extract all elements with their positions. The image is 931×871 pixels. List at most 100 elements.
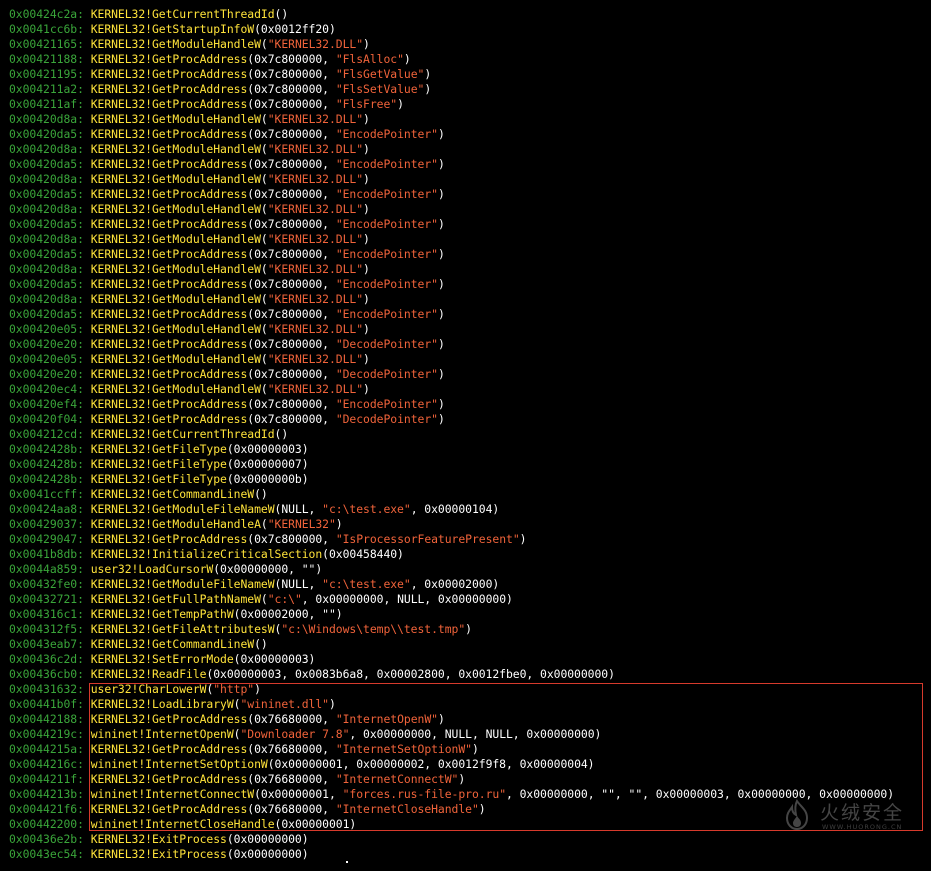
log-separator: :	[77, 772, 91, 786]
log-address: 0x0044211f	[9, 772, 78, 786]
log-address: 0x004211a2	[9, 82, 78, 96]
log-address: 0x0041b8db	[9, 547, 78, 561]
log-address: 0x00436e2b	[9, 832, 78, 846]
log-address: 0x00420d8a	[9, 262, 78, 276]
log-api-call: user32!CharLowerW	[90, 682, 207, 696]
log-api-call: KERNEL32!GetProcAddress	[90, 277, 248, 291]
log-api-call: wininet!InternetSetOptionW	[90, 757, 268, 771]
log-separator: :	[77, 832, 91, 846]
log-address: 0x004211af	[9, 97, 78, 111]
log-args: )	[397, 97, 404, 111]
log-address: 0x00420da5	[9, 187, 78, 201]
log-string-arg: "c:\"	[267, 592, 302, 606]
log-string-arg: "KERNEL32.DLL"	[267, 382, 364, 396]
log-args: , 0x00000000, NULL, 0x00000000)	[301, 592, 513, 606]
log-api-call: KERNEL32!GetCommandLineW	[90, 637, 255, 651]
log-api-call: wininet!InternetOpenW	[90, 727, 234, 741]
log-args: (0x00000000)	[226, 847, 309, 861]
log-string-arg: "EncodePointer"	[335, 397, 438, 411]
log-api-call: KERNEL32!GetModuleHandleW	[90, 352, 261, 366]
log-args: (NULL,	[274, 577, 323, 591]
log-separator: :	[77, 37, 91, 51]
log-string-arg: "FlsAlloc"	[335, 52, 404, 66]
log-address: 0x0044215a	[9, 742, 78, 756]
log-address: 0x0044219c	[9, 727, 78, 741]
log-api-call: KERNEL32!GetProcAddress	[90, 157, 248, 171]
huorong-watermark: 火绒安全 WWW.HUORONG.CN	[780, 796, 920, 840]
log-api-call: KERNEL32!GetModuleHandleW	[90, 232, 261, 246]
log-string-arg: "KERNEL32.DLL"	[267, 232, 364, 246]
log-address: 0x00420da5	[9, 247, 78, 261]
log-address: 0x00420e20	[9, 367, 78, 381]
log-line: 0x0041cc6b: KERNEL32!GetStartupInfoW(0x0…	[9, 22, 929, 37]
log-api-call: KERNEL32!InitializeCriticalSection	[90, 547, 323, 561]
log-string-arg: "EncodePointer"	[335, 247, 438, 261]
log-api-call: KERNEL32!GetFullPathNameW	[90, 592, 261, 606]
log-address: 0x0044216c	[9, 757, 78, 771]
log-args: (0x76680000,	[247, 802, 336, 816]
log-address: 0x00421195	[9, 67, 78, 81]
log-args: (0x00000001,	[254, 787, 343, 801]
log-args: )	[437, 712, 445, 726]
log-api-call: KERNEL32!GetTempPathW	[90, 607, 234, 621]
log-line: 0x00420f04: KERNEL32!GetProcAddress(0x7c…	[9, 412, 929, 427]
log-args: (0x00000001, 0x00000002, 0x0012f9f8, 0x0…	[267, 757, 595, 771]
log-args: )	[363, 322, 370, 336]
log-address: 0x00421188	[9, 52, 78, 66]
log-args: (	[260, 592, 268, 606]
log-line: 0x0042428b: KERNEL32!GetFileType(0x00000…	[9, 442, 929, 457]
log-line: 0x00420d8a: KERNEL32!GetModuleHandleW("K…	[9, 292, 929, 307]
log-address: 0x00420da5	[9, 127, 78, 141]
log-args: (0x7c800000,	[247, 532, 336, 546]
log-address: 0x0041cc6b	[9, 22, 78, 36]
log-separator: :	[77, 562, 91, 576]
log-line: 0x00420da5: KERNEL32!GetProcAddress(0x7c…	[9, 127, 929, 142]
log-args: , 0x00000000, NULL, NULL, 0x00000000)	[349, 727, 602, 741]
log-address: 0x00420d8a	[9, 172, 78, 186]
log-api-call: KERNEL32!GetFileType	[90, 472, 227, 486]
log-api-call: KERNEL32!GetModuleHandleW	[90, 322, 261, 336]
log-api-call: user32!LoadCursorW	[90, 562, 214, 576]
log-args: )	[437, 367, 445, 381]
log-string-arg: "EncodePointer"	[335, 307, 438, 321]
log-address: 0x0042428b	[9, 472, 78, 486]
log-separator: :	[77, 7, 91, 21]
log-line: 0x00420da5: KERNEL32!GetProcAddress(0x7c…	[9, 277, 929, 292]
log-separator: :	[77, 547, 91, 561]
log-args: (0x7c800000,	[247, 67, 336, 81]
log-line: 0x00420e05: KERNEL32!GetModuleHandleW("K…	[9, 352, 929, 367]
log-line: 0x00424c2a: KERNEL32!GetCurrentThreadId(…	[9, 7, 929, 22]
log-args: )	[363, 232, 370, 246]
log-separator: :	[77, 727, 91, 741]
log-address: 0x004212cd	[9, 427, 78, 441]
log-separator: :	[77, 187, 91, 201]
log-separator: :	[77, 487, 91, 501]
log-separator: :	[77, 427, 91, 441]
log-separator: :	[77, 262, 91, 276]
log-args: )	[437, 217, 445, 231]
log-args: )	[465, 622, 472, 636]
log-address: 0x00420d8a	[9, 142, 78, 156]
log-address: 0x0042428b	[9, 442, 78, 456]
log-string-arg: "http"	[213, 682, 255, 696]
log-api-call: KERNEL32!GetProcAddress	[90, 67, 248, 81]
log-string-arg: "FlsFree"	[335, 97, 398, 111]
log-api-call: KERNEL32!GetProcAddress	[90, 82, 248, 96]
log-line: 0x0041ccff: KERNEL32!GetCommandLineW()	[9, 487, 929, 502]
log-separator: :	[77, 157, 91, 171]
log-args: (	[260, 262, 268, 276]
log-separator: :	[77, 517, 91, 531]
log-line: 0x00431632: user32!CharLowerW("http")	[9, 682, 929, 697]
log-separator: :	[77, 697, 91, 711]
log-line: 0x004211af: KERNEL32!GetProcAddress(0x7c…	[9, 97, 929, 112]
log-separator: :	[77, 802, 91, 816]
log-args: )	[363, 292, 370, 306]
log-line: 0x00441b0f: KERNEL32!LoadLibraryW("winin…	[9, 697, 929, 712]
log-line: 0x00420e05: KERNEL32!GetModuleHandleW("K…	[9, 322, 929, 337]
log-api-call: wininet!InternetCloseHandle	[90, 817, 275, 831]
log-string-arg: "KERNEL32.DLL"	[267, 262, 364, 276]
log-line: 0x00420ec4: KERNEL32!GetModuleHandleW("K…	[9, 382, 929, 397]
log-api-call: KERNEL32!GetModuleHandleA	[90, 517, 261, 531]
log-args: (	[260, 232, 268, 246]
log-api-call: KERNEL32!GetFileAttributesW	[90, 622, 275, 636]
